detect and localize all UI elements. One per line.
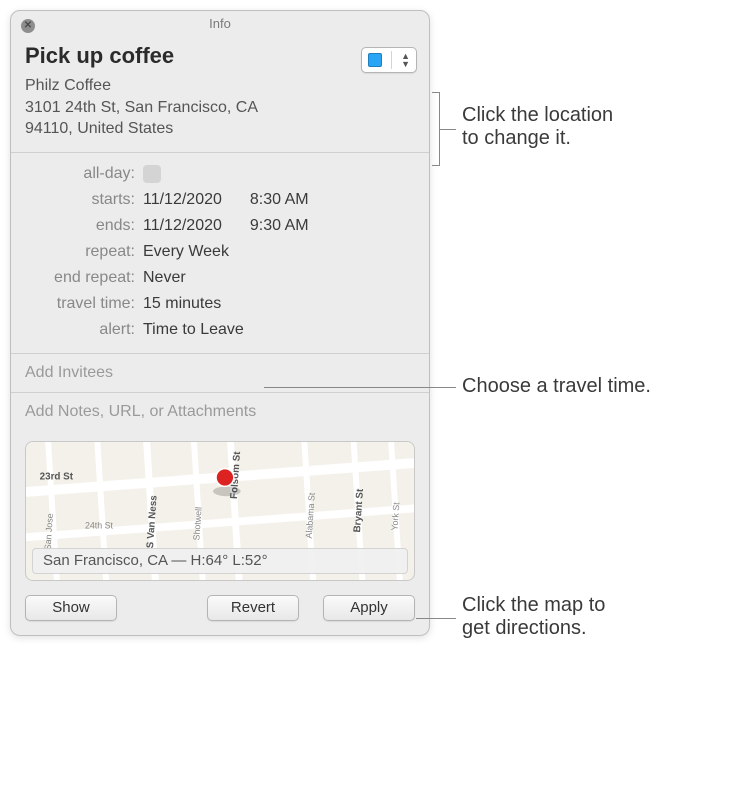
titlebar: ✕ Info	[11, 11, 429, 39]
location-name: Philz Coffee	[25, 75, 415, 97]
map-preview[interactable]: 23rd St 24th St San Jose S Van Ness Shot…	[25, 441, 415, 581]
ends-time[interactable]: 9:30 AM	[250, 217, 309, 235]
apply-button[interactable]: Apply	[323, 595, 415, 621]
svg-text:24th St: 24th St	[85, 521, 114, 531]
add-notes-field[interactable]: Add Notes, URL, or Attachments	[11, 393, 429, 431]
event-details: all-day: starts: 11/12/2020 8:30 AM ends…	[11, 153, 429, 354]
allday-checkbox[interactable]	[143, 165, 161, 183]
show-button[interactable]: Show	[25, 595, 117, 621]
svg-text:York St: York St	[389, 501, 401, 530]
endrepeat-label: end repeat:	[25, 269, 143, 287]
alert-value[interactable]: Time to Leave	[143, 321, 244, 339]
allday-label: all-day:	[25, 165, 143, 183]
traveltime-label: travel time:	[25, 295, 143, 313]
footer-buttons: Show Revert Apply	[11, 585, 429, 635]
chevron-updown-icon: ▲▼	[401, 52, 410, 68]
repeat-value[interactable]: Every Week	[143, 243, 229, 261]
map-container: 23rd St 24th St San Jose S Van Ness Shot…	[11, 431, 429, 585]
svg-text:23rd St: 23rd St	[40, 471, 74, 482]
traveltime-value[interactable]: 15 minutes	[143, 295, 221, 313]
endrepeat-value[interactable]: Never	[143, 269, 186, 287]
repeat-label: repeat:	[25, 243, 143, 261]
event-title[interactable]: Pick up coffee	[25, 43, 415, 69]
ends-label: ends:	[25, 217, 143, 235]
starts-date[interactable]: 11/12/2020	[143, 191, 222, 209]
event-info-panel: ✕ Info ▲▼ Pick up coffee Philz Coffee 31…	[10, 10, 430, 636]
revert-button[interactable]: Revert	[207, 595, 299, 621]
calendar-swatch-icon	[368, 53, 382, 67]
location-address2: 94110, United States	[25, 118, 415, 140]
close-icon: ✕	[24, 21, 32, 31]
ends-date[interactable]: 11/12/2020	[143, 217, 222, 235]
close-button[interactable]: ✕	[21, 19, 35, 33]
callout-map: Click the map to get directions.	[462, 594, 605, 640]
event-location[interactable]: Philz Coffee 3101 24th St, San Francisco…	[25, 75, 415, 140]
callout-travel: Choose a travel time.	[462, 375, 651, 398]
starts-label: starts:	[25, 191, 143, 209]
callout-bracket	[432, 92, 440, 166]
calendar-color-picker[interactable]: ▲▼	[361, 47, 417, 73]
location-address1: 3101 24th St, San Francisco, CA	[25, 97, 415, 119]
callout-location: Click the location to change it.	[462, 104, 613, 150]
map-weather-bar: San Francisco, CA — H:64° L:52°	[32, 548, 408, 574]
starts-time[interactable]: 8:30 AM	[250, 191, 309, 209]
window-title: Info	[209, 16, 231, 31]
alert-label: alert:	[25, 321, 143, 339]
